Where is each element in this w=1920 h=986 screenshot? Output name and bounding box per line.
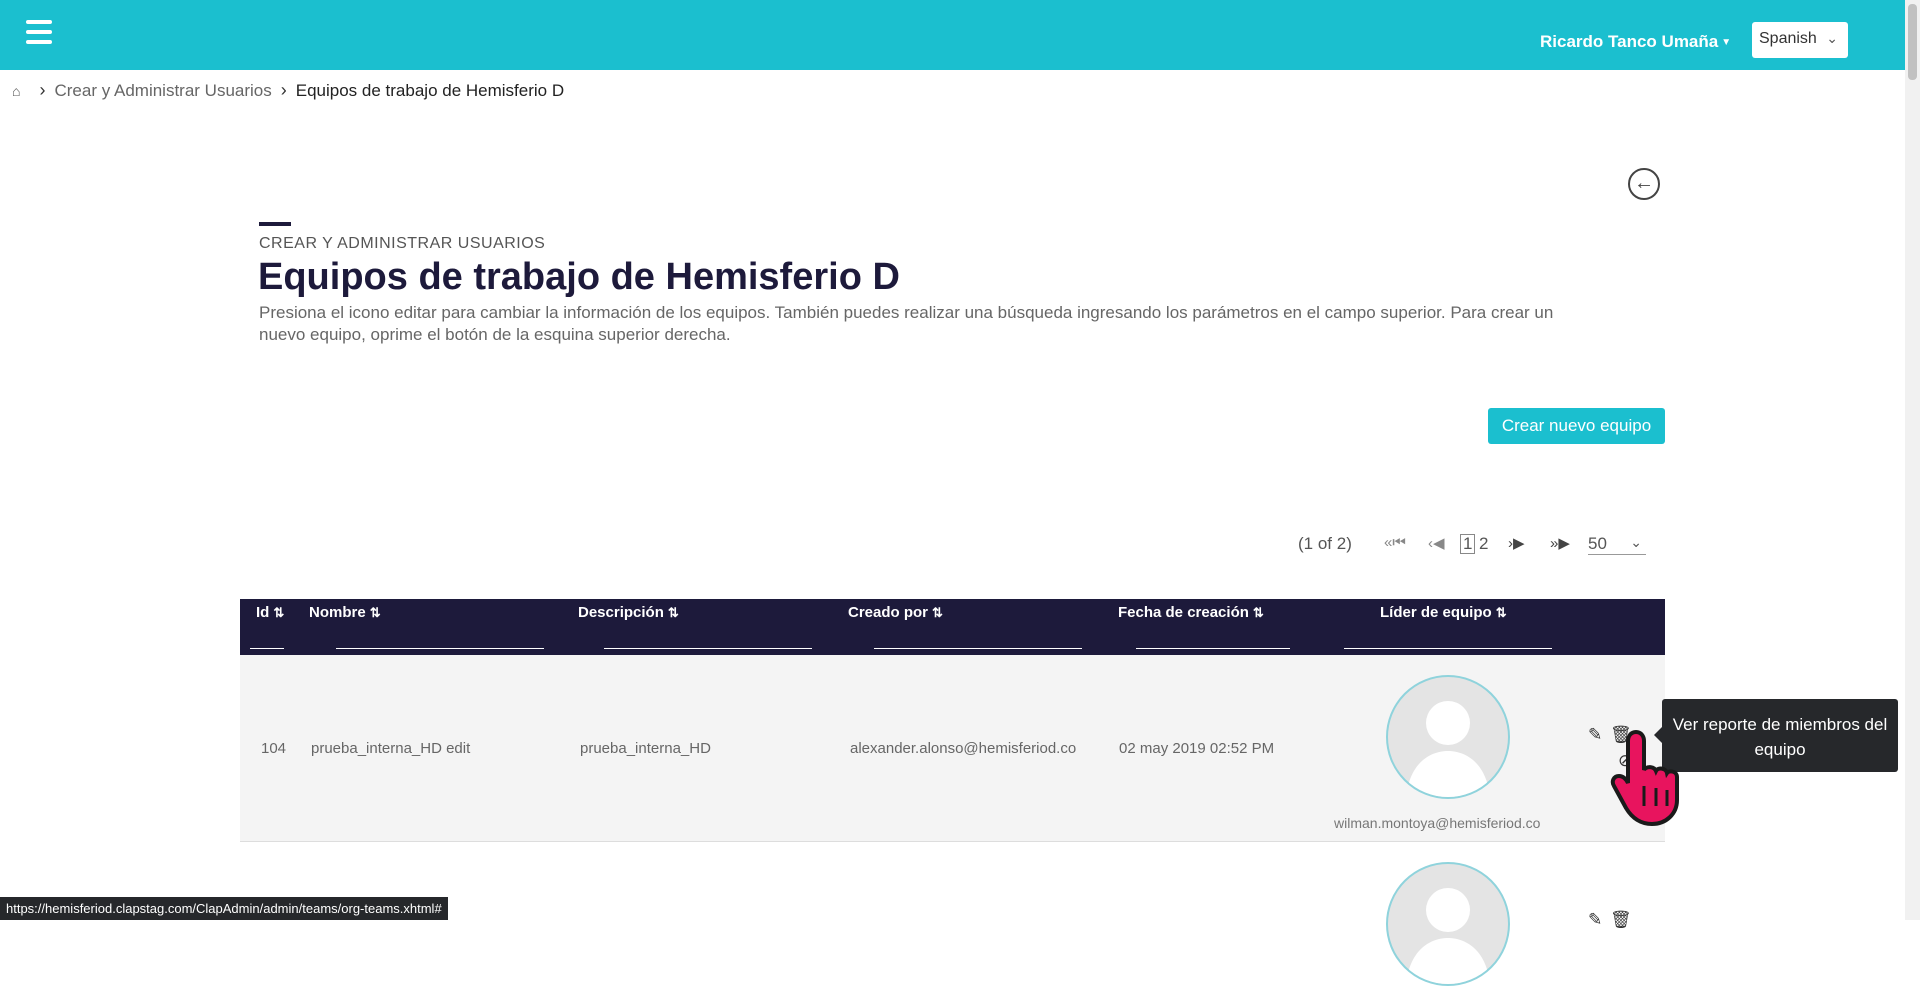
page-scrollbar[interactable]: [1905, 0, 1920, 920]
page-eyebrow: CREAR Y ADMINISTRAR USUARIOS: [259, 235, 546, 252]
first-page-icon[interactable]: «⏮: [1384, 534, 1406, 551]
chevron-down-icon: ⌄: [1826, 30, 1838, 46]
column-header-lider[interactable]: Líder de equipo ⇅: [1380, 604, 1507, 621]
language-value: Spanish: [1759, 30, 1817, 47]
language-select[interactable]: Spanish ⌄: [1752, 22, 1848, 58]
home-icon[interactable]: ⌂: [12, 83, 20, 99]
sort-icon: ⇅: [667, 605, 679, 620]
breadcrumb: ⌂ › Crear y Administrar Usuarios › Equip…: [12, 80, 564, 101]
column-header-fecha[interactable]: Fecha de creación ⇅: [1118, 604, 1264, 621]
user-menu[interactable]: Ricardo Tanco Umaña ▼: [1540, 32, 1731, 52]
column-header-creado-por[interactable]: Creado por ⇅: [848, 604, 943, 621]
edit-pencil-icon[interactable]: ✎: [1588, 725, 1602, 745]
column-label: Creado por: [848, 604, 929, 621]
sort-icon: ⇅: [932, 605, 943, 620]
tooltip: Ver reporte de miembros del equipo: [1654, 699, 1898, 772]
scrollbar-thumb[interactable]: [1908, 4, 1917, 80]
page-title: Equipos de trabajo de Hemisferio D: [258, 256, 900, 298]
column-label: Nombre: [309, 604, 366, 621]
page-1-button[interactable]: 1: [1460, 534, 1476, 554]
caret-down-icon: ▼: [1721, 37, 1732, 49]
column-label: Líder de equipo: [1380, 604, 1492, 621]
delete-trash-icon[interactable]: 🗑: [1610, 910, 1632, 930]
sort-icon: ⇅: [369, 605, 381, 620]
user-name: Ricardo Tanco Umaña: [1540, 32, 1719, 51]
status-bar-url: https://hemisferiod.clapstag.com/ClapAdm…: [0, 897, 448, 920]
top-navbar: Ricardo Tanco Umaña ▼ Spanish ⌄: [0, 0, 1905, 70]
column-label: Id: [256, 604, 270, 621]
sort-icon: ⇅: [273, 605, 285, 620]
hand-pointer-cursor-icon: [1610, 729, 1679, 827]
sort-icon: ⇅: [1495, 605, 1507, 620]
column-header-id[interactable]: Id ⇅: [256, 604, 284, 621]
breadcrumb-separator-icon: ›: [280, 80, 287, 100]
rows-per-page-value: 50: [1588, 534, 1607, 553]
avatar: [1386, 862, 1510, 986]
back-arrow-icon[interactable]: ←: [1628, 168, 1660, 200]
breadcrumb-current: Equipos de trabajo de Hemisferio D: [295, 80, 565, 100]
avatar: [1386, 675, 1510, 799]
hamburger-menu-icon[interactable]: [26, 20, 52, 46]
rows-per-page-select[interactable]: 50 ⌄: [1588, 534, 1646, 555]
user-silhouette-icon: [1406, 888, 1490, 984]
paginator-report: (1 of 2): [1298, 534, 1352, 553]
table-header: Id ⇅ Nombre ⇅ Descripción ⇅ Creado por ⇅ Fec…: [240, 599, 1665, 655]
filter-input-creado-por[interactable]: [874, 648, 1082, 649]
cell-id: 104: [261, 740, 287, 757]
chevron-down-icon: ⌄: [1630, 534, 1642, 550]
breadcrumb-separator-icon: ›: [39, 80, 46, 100]
edit-pencil-icon[interactable]: ✎: [1588, 910, 1602, 930]
column-label: Descripción: [578, 604, 664, 621]
page-description: Presiona el icono editar para cambiar la…: [259, 303, 1554, 344]
cell-fecha: 02 may 2019 02:52 PM: [1119, 740, 1275, 757]
column-header-descripcion[interactable]: Descripción ⇅: [578, 604, 679, 621]
title-accent-bar: [259, 222, 291, 226]
filter-input-nombre[interactable]: [336, 648, 544, 649]
filter-input-fecha[interactable]: [1136, 648, 1290, 649]
table-row[interactable]: 104 prueba_interna_HD edit prueba_intern…: [240, 655, 1665, 842]
filter-input-id[interactable]: [250, 648, 284, 649]
filter-input-lider[interactable]: [1344, 648, 1552, 649]
table-row[interactable]: ✎ 🗑: [240, 842, 1665, 986]
cell-nombre: prueba_interna_HD edit: [311, 740, 471, 757]
breadcrumb-link-users[interactable]: Crear y Administrar Usuarios: [54, 81, 271, 101]
next-page-icon[interactable]: ›▶: [1508, 534, 1525, 552]
last-page-icon[interactable]: »▶: [1550, 534, 1570, 552]
column-label: Fecha de creación: [1118, 604, 1249, 621]
sort-icon: ⇅: [1252, 605, 1264, 620]
cell-lider: wilman.montoya@hemisferiod.co: [1334, 815, 1541, 831]
cell-creado-por: alexander.alonso@hemisferiod.co: [850, 740, 1077, 757]
user-silhouette-icon: [1406, 701, 1490, 797]
page-2-button[interactable]: 2: [1479, 534, 1488, 554]
prev-page-icon[interactable]: ‹◀: [1428, 534, 1445, 552]
filter-input-descripcion[interactable]: [604, 648, 812, 649]
cell-descripcion: prueba_interna_HD: [580, 740, 711, 757]
create-team-button[interactable]: Crear nuevo equipo: [1488, 408, 1665, 444]
column-header-nombre[interactable]: Nombre ⇅: [309, 604, 381, 621]
